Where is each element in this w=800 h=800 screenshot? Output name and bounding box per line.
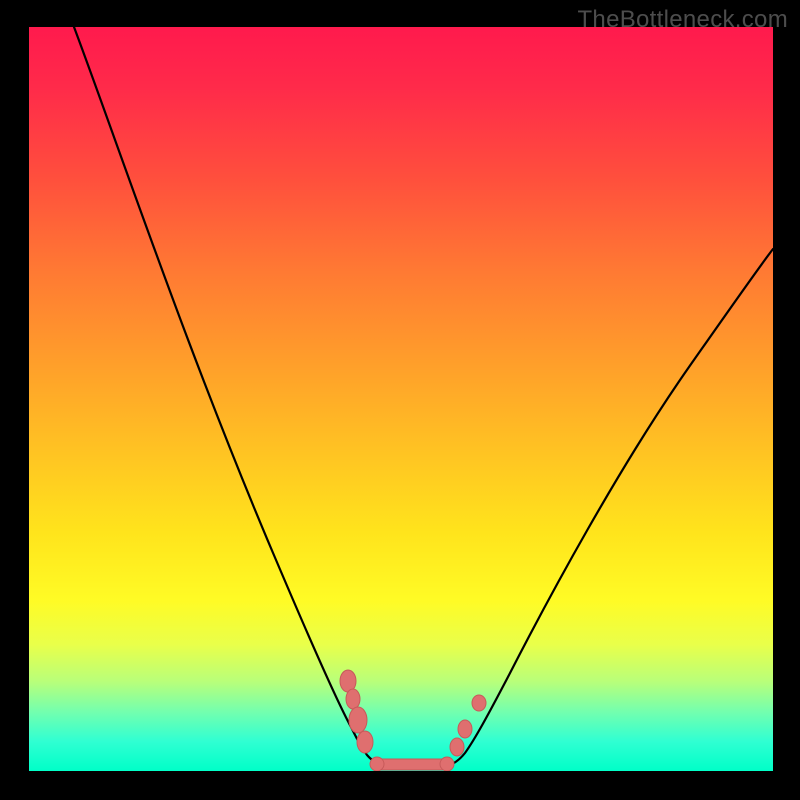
left-marker-cluster (340, 670, 373, 753)
bottleneck-curve-svg (29, 27, 773, 771)
watermark-text: TheBottleneck.com (577, 6, 788, 34)
chart-frame: TheBottleneck.com (0, 0, 800, 800)
bottom-marker-band (370, 757, 454, 771)
bottleneck-curve (74, 27, 773, 767)
chart-plot-area (29, 27, 773, 771)
